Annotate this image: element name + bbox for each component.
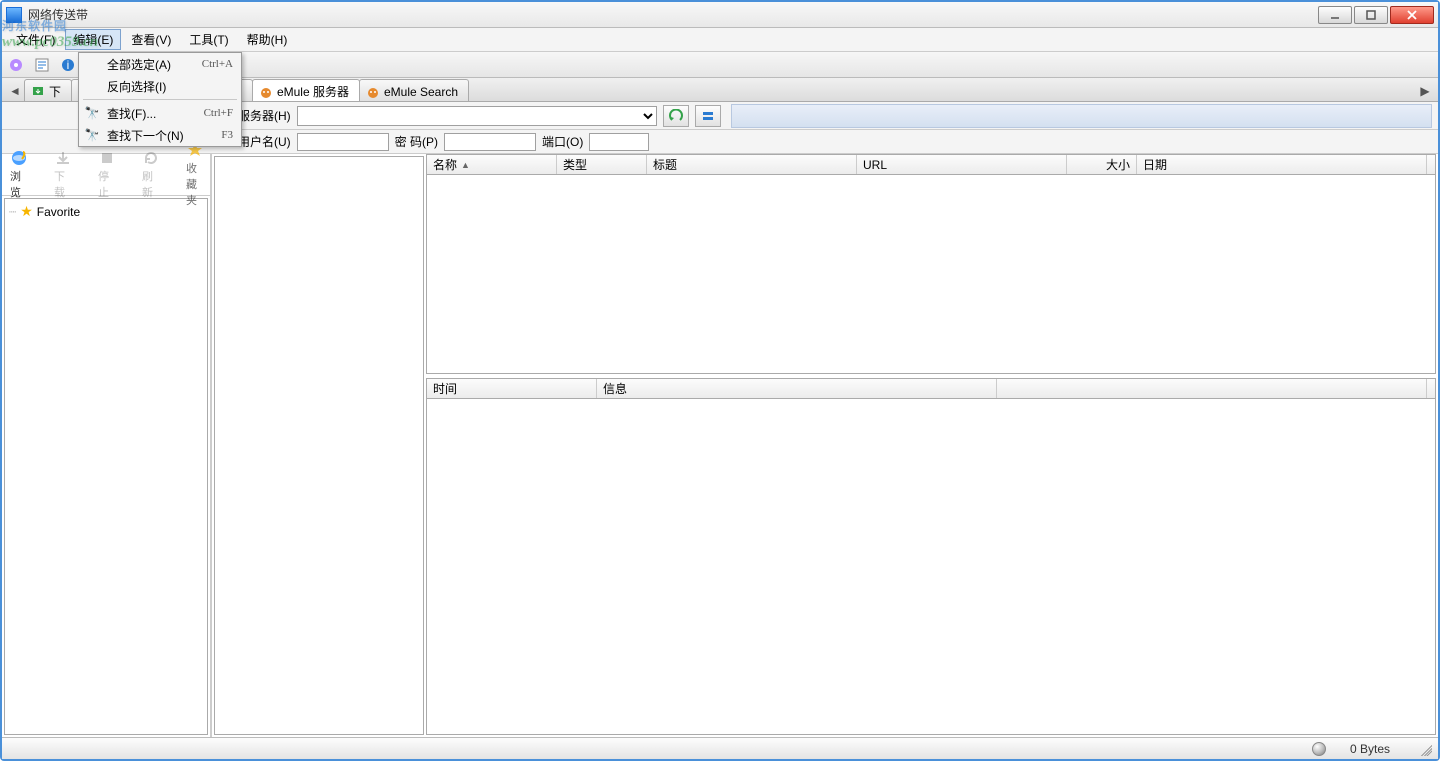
column-header[interactable]: 大小 [1067,155,1137,174]
minimize-button[interactable] [1318,6,1352,24]
menu-tools[interactable]: 工具(T) [181,29,236,50]
content-area: 浏览 下载 停止 刷新 收藏夹 ┈ ★ Favorite [2,154,1438,737]
nav-download[interactable]: 下载 [54,149,72,200]
statusbar: 0 Bytes [2,737,1438,759]
emule-icon [366,85,380,99]
menu-find[interactable]: 🔭 查找(F)... Ctrl+F [79,102,241,124]
emule-icon [259,85,273,99]
port-label: 端口(O) [542,133,583,150]
log-grid: 时间信息 [426,378,1436,735]
window-title: 网络传送带 [28,6,88,23]
server-bar-pad [731,104,1432,128]
binoculars-icon: 🔭 [83,106,101,120]
tree-dots: ┈ [9,205,16,219]
svg-text:i: i [67,58,70,72]
column-header[interactable]: 类型 [557,155,647,174]
binoculars-icon: 🔭 [83,128,101,142]
tab-nav-right[interactable]: ▶ [1416,81,1434,101]
tab-label: eMule Search [384,85,458,99]
menu-edit[interactable]: 编辑(E) [65,29,121,50]
nav-stop[interactable]: 停止 [98,149,116,200]
favorites-tree[interactable]: ┈ ★ Favorite [4,198,208,735]
tab-label: eMule 服务器 [277,83,349,100]
menu-find-next[interactable]: 🔭 查找下一个(N) F3 [79,124,241,146]
stop-icon [98,149,116,167]
menu-select-all[interactable]: 全部选定(A) Ctrl+A [79,53,241,75]
resize-grip[interactable] [1418,742,1432,756]
column-header[interactable]: 时间 [427,379,597,398]
titlebar: 网络传送带 [2,2,1438,28]
download-icon [54,149,72,167]
app-icon [6,7,22,23]
refresh-icon [142,149,160,167]
menu-view[interactable]: 查看(V) [123,29,179,50]
server-url-combo[interactable] [297,106,657,126]
results-grid: 名称▲类型标题URL大小日期 [426,154,1436,374]
tab-nav-left[interactable]: ◄ [6,81,24,101]
column-header[interactable]: 日期 [1137,155,1427,174]
tree-root[interactable]: ┈ ★ Favorite [9,203,203,220]
edit-menu-dropdown: 全部选定(A) Ctrl+A 反向选择(I) 🔭 查找(F)... Ctrl+F… [78,52,242,147]
status-knob-icon [1312,742,1326,756]
tab-download[interactable]: 下 [24,79,72,101]
left-nav-strip: 浏览 下载 停止 刷新 收藏夹 [2,154,210,196]
menubar: 文件(F) 编辑(E) 查看(V) 工具(T) 帮助(H) [2,28,1438,52]
nav-favorites[interactable]: 收藏夹 [186,141,204,208]
column-header[interactable]: URL [857,155,1067,174]
server-label: 服务器(H) [238,107,291,124]
password-input[interactable] [444,133,536,151]
left-panel: 浏览 下载 停止 刷新 收藏夹 ┈ ★ Favorite [2,154,212,737]
column-header[interactable] [997,379,1427,398]
tab-emule-servers[interactable]: eMule 服务器 [252,79,360,101]
column-header[interactable]: 名称▲ [427,155,557,174]
nav-browse[interactable]: 浏览 [10,149,28,200]
tree-root-label: Favorite [37,205,80,219]
maximize-button[interactable] [1354,6,1388,24]
log-grid-header: 时间信息 [427,379,1435,399]
results-grid-header: 名称▲类型标题URL大小日期 [427,155,1435,175]
menu-invert-selection[interactable]: 反向选择(I) [79,75,241,97]
sort-indicator-icon: ▲ [461,160,470,170]
menu-file[interactable]: 文件(F) [8,29,63,50]
right-panel: 名称▲类型标题URL大小日期 时间信息 [426,154,1438,737]
status-bytes: 0 Bytes [1350,742,1390,756]
download-icon [31,85,45,99]
go-button[interactable] [663,105,689,127]
servers-list-button[interactable] [695,105,721,127]
toolbar-log-icon[interactable] [32,55,52,75]
menu-help[interactable]: 帮助(H) [239,29,296,50]
menu-separator [83,99,237,100]
nav-refresh[interactable]: 刷新 [142,149,160,200]
column-header[interactable]: 信息 [597,379,997,398]
ie-icon [10,149,28,167]
star-icon: ★ [20,203,33,220]
username-label: 用户名(U) [238,133,291,150]
toolbar-settings-icon[interactable] [6,55,26,75]
close-button[interactable] [1390,6,1434,24]
tab-label: 下 [49,83,61,100]
column-header[interactable]: 标题 [647,155,857,174]
middle-panel [214,156,424,735]
password-label: 密 码(P) [395,133,438,150]
tab-emule-search[interactable]: eMule Search [359,79,469,101]
toolbar-info-icon[interactable]: i [58,55,78,75]
port-input[interactable] [589,133,649,151]
username-input[interactable] [297,133,389,151]
